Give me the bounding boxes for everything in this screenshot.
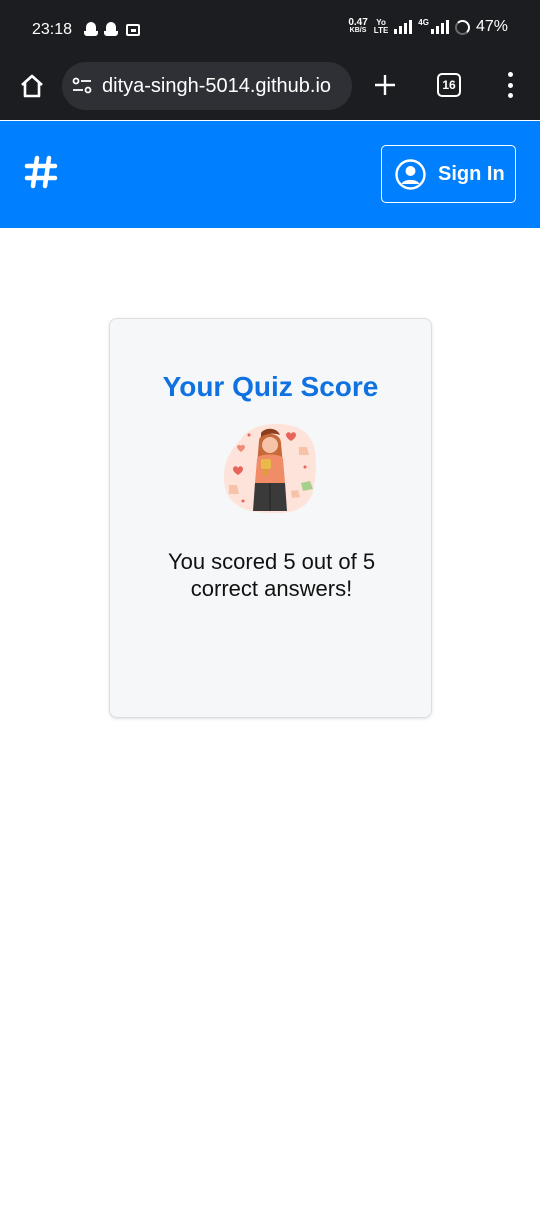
quiz-score-title: Your Quiz Score — [162, 371, 379, 402]
user-circle-icon — [395, 158, 426, 190]
quiz-score-message: You scored 5 out of 5 correct answers! — [130, 548, 413, 602]
app-header: Sign In — [0, 121, 540, 228]
status-bar: 23:18 0.47 KB/S Yo LTE 4G 47% — [0, 0, 540, 60]
signal-icon — [430, 20, 449, 34]
hashtag-icon[interactable] — [24, 155, 58, 189]
battery-icon — [454, 19, 470, 35]
home-icon[interactable] — [18, 72, 46, 100]
battery-percent: 47% — [475, 18, 508, 35]
quiz-score-card: Your Quiz Score You scored 5 out of 5 co… — [109, 318, 432, 718]
url-text[interactable]: ditya-singh-5014.github.io — [102, 75, 331, 98]
tab-switcher-button[interactable]: 16 — [437, 73, 461, 97]
status-time: 23:18 — [32, 21, 73, 38]
plus-icon[interactable] — [372, 72, 398, 98]
sign-in-label: Sign In — [438, 162, 505, 185]
sign-in-button[interactable]: Sign In — [381, 145, 516, 203]
network-type: 4G — [418, 18, 429, 27]
browser-toolbar: ditya-singh-5014.github.io 16 — [0, 60, 540, 120]
signal-icon — [394, 20, 413, 34]
address-bar[interactable]: ditya-singh-5014.github.io — [62, 62, 352, 110]
window-icon — [126, 23, 140, 36]
more-vert-icon[interactable] — [505, 72, 515, 98]
tab-count: 16 — [442, 78, 456, 92]
score-line-1: You scored 5 out of 5 — [167, 549, 376, 574]
celebration-illustration — [223, 423, 317, 514]
volte-indicator: Yo LTE — [373, 18, 389, 35]
score-line-2: correct answers! — [190, 576, 353, 601]
net-speed: 0.47 KB/S — [348, 17, 368, 35]
snapchat-icon — [104, 22, 118, 37]
status-indicators: 0.47 KB/S Yo LTE 4G 47% — [348, 18, 508, 36]
snapchat-icon — [84, 22, 98, 37]
notification-icons — [84, 22, 140, 37]
tune-icon[interactable] — [72, 76, 92, 96]
